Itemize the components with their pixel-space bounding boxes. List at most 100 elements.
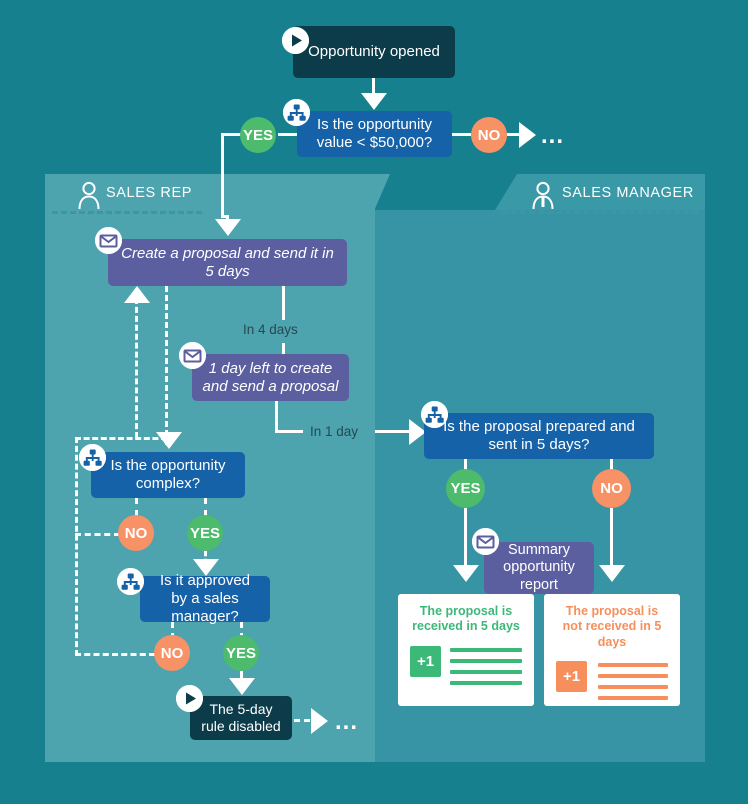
node-opportunity-opened[interactable]: Opportunity opened [293,26,455,78]
ellipsis-top: ... [541,122,565,149]
person-icon [78,181,100,210]
node-opportunity-complex[interactable]: Is the opportunity complex? [91,452,245,498]
branch-condition-icon [79,444,106,471]
connector-arrow [311,708,328,734]
result-card-received[interactable]: The proposal is received in 5 days +1 [398,594,534,706]
result-card-title: The proposal is received in 5 days [412,604,520,634]
branch-yes-complexity[interactable]: YES [187,515,223,551]
connector-arrow [519,122,536,148]
result-bar [450,669,522,674]
node-approved-by-manager[interactable]: Is it approved by a sales manager? [140,572,270,625]
node-value-check[interactable]: Is the opportunity value < $50,000? [297,111,452,157]
branch-label: NO [160,644,184,662]
node-label: Is the opportunity complex? [110,457,226,492]
result-bar [450,658,522,663]
person-icon [532,181,554,210]
connector-dashed [75,533,120,536]
connector-dashed [165,286,168,445]
connector-line [221,133,242,136]
result-card-not-received[interactable]: The proposal is not received in 5 days +… [544,594,680,706]
node-rule-disabled[interactable]: The 5-day rule disabled [190,696,292,740]
result-card-body: +1 [556,660,668,700]
connector-arrow [124,286,150,303]
branch-condition-icon [117,568,144,595]
lane-divider-manager [502,211,698,214]
connector-arrow [215,219,241,236]
result-bar [450,680,522,685]
ellipsis-bottom: ... [335,708,359,735]
lane-header-sales-rep-notch [330,174,390,210]
connector-arrow [453,565,479,582]
branch-label: YES [225,644,256,662]
node-label: Is the opportunity value < $50,000? [316,116,433,151]
connector-dashed [75,653,155,656]
result-bars [598,661,668,700]
branch-yes-approval[interactable]: YES [223,635,259,671]
play-icon [282,27,309,54]
branch-condition-icon [283,99,310,126]
connector-dashed [75,437,78,656]
connector-line [464,508,467,571]
result-bars [450,646,522,685]
result-bar [598,662,668,667]
lane-title-sales-rep: SALES REP [106,185,192,201]
connector-arrow [229,678,255,695]
connector-line [375,430,411,433]
connector-dashed [204,498,207,516]
connector-dashed [135,298,138,438]
connector-line [275,401,278,432]
mail-icon [179,342,206,369]
flowchart-canvas: SALES REP SALES MANAGER Opportunity open… [0,0,748,804]
result-card-body: +1 [410,645,522,685]
node-label: The 5-day rule disabled [201,701,281,734]
branch-label: YES [242,126,273,144]
branch-no-top[interactable]: NO [471,117,507,153]
lane-title-sales-manager: SALES MANAGER [562,185,694,201]
lane-divider-rep [52,211,202,214]
result-counter: +1 [556,660,587,692]
node-label: Is it approved by a sales manager? [159,572,251,625]
node-create-proposal[interactable]: Create a proposal and send it in 5 days [108,239,347,286]
connector-dashed [135,498,138,516]
connector-dashed [75,437,167,440]
connector-line [275,430,303,433]
branch-label: YES [450,480,481,497]
node-label: 1 day left to create and send a proposal [202,359,339,395]
result-counter: +1 [410,645,441,677]
connector-line [452,133,471,136]
result-bar [450,647,522,652]
connector-line [610,508,613,571]
node-label: Create a proposal and send it in 5 days [121,244,334,280]
branch-label: NO [477,126,501,144]
play-icon [176,685,203,712]
result-card-title: The proposal is not received in 5 days [562,604,662,649]
branch-no-complexity[interactable]: NO [118,515,154,551]
connector-arrow [599,565,625,582]
connector-line [221,133,224,218]
result-bar [598,695,668,700]
mail-icon [95,227,122,254]
node-label: Is the proposal prepared and sent in 5 d… [443,418,635,453]
result-bar [598,673,668,678]
connector-dashed [294,719,310,722]
connector-arrow [156,432,182,449]
connector-line [282,286,285,320]
branch-no-approval[interactable]: NO [154,635,190,671]
branch-condition-icon [421,401,448,428]
branch-no-manager[interactable]: NO [592,469,631,508]
node-one-day-left[interactable]: 1 day left to create and send a proposal [192,354,349,401]
label-in-1-day: In 1 day [310,424,359,439]
node-proposal-prepared[interactable]: Is the proposal prepared and sent in 5 d… [424,413,654,459]
node-summary-report[interactable]: Summary opportunity report [484,542,594,594]
label-in-4-days: In 4 days [243,322,298,337]
branch-yes-manager[interactable]: YES [446,469,485,508]
connector-arrow [361,93,387,110]
mail-icon [472,528,499,555]
node-label: Summary opportunity report [503,542,575,593]
result-bar [598,684,668,689]
branch-label: NO [124,524,148,542]
branch-yes-top[interactable]: YES [240,117,276,153]
branch-label: NO [600,480,623,497]
node-label: Opportunity opened [308,43,440,61]
branch-label: YES [189,524,220,542]
